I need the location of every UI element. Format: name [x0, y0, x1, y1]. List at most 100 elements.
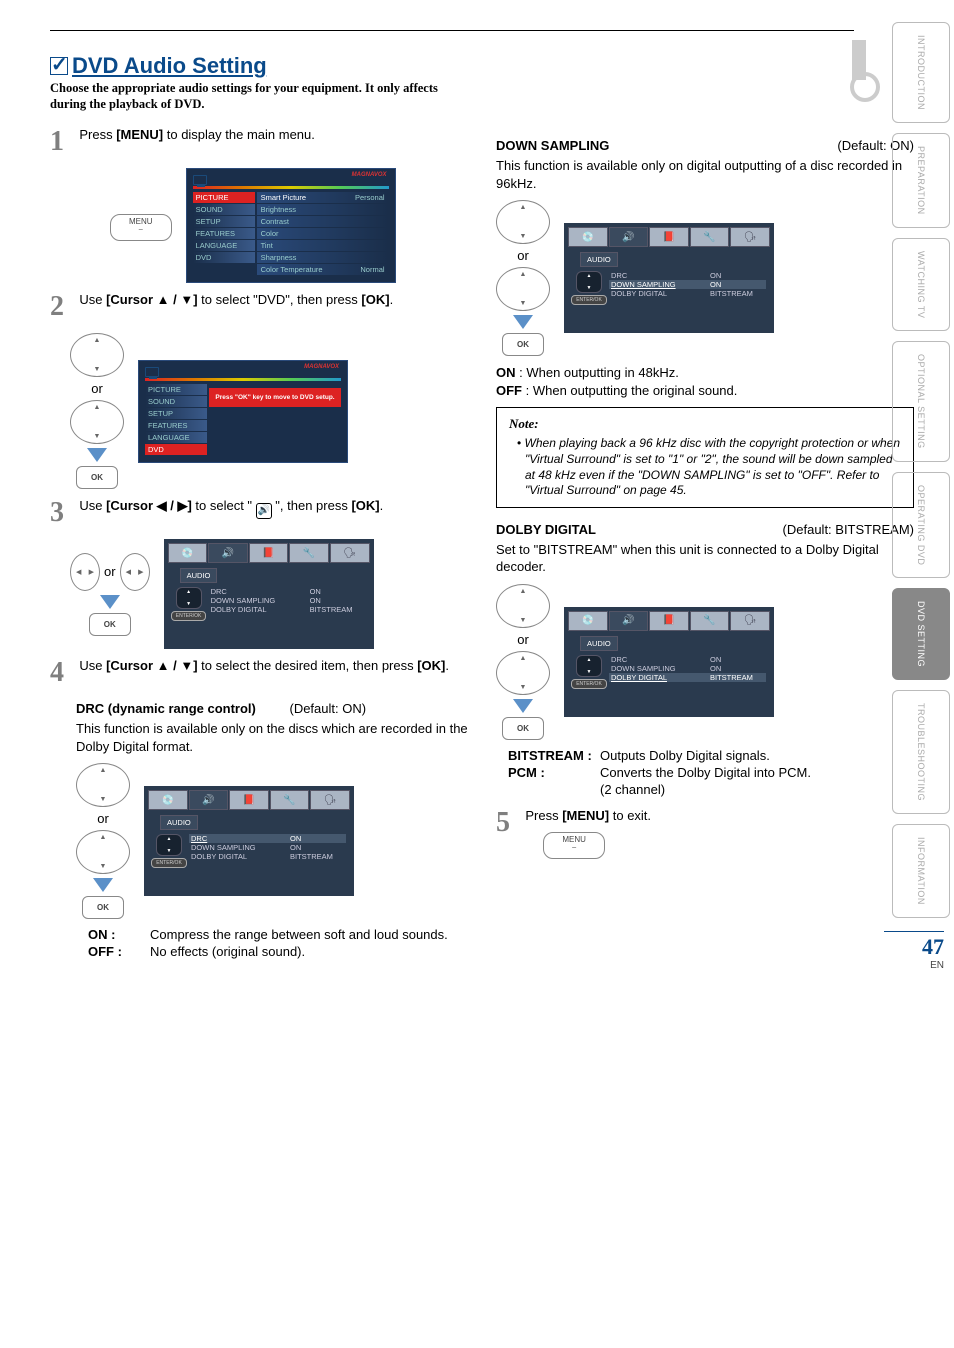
osd-audio-row: DOWN SAMPLINGON [609, 280, 766, 289]
step3-figure: or OK 💿🔊📕🔧🗣AUDIOENTER/OKDRCONDOWN SAMPLI… [70, 539, 468, 649]
drc-heading: DRC (dynamic range control) (Default: ON… [76, 701, 468, 716]
down-section: DOWN SAMPLING (Default: ON) This functio… [496, 138, 914, 399]
osd-audio: 💿🔊📕🔧🗣AUDIOENTER/OKDRCONDOWN SAMPLINGONDO… [564, 607, 774, 717]
ok-key-icon: OK [89, 613, 131, 636]
step-text: Use [Cursor ▲ / ▼] to select the desired… [79, 657, 467, 675]
side-tab[interactable]: OPTIONAL SETTING [892, 341, 950, 462]
side-tab[interactable]: INFORMATION [892, 824, 950, 918]
down-off: OFF : When outputting the original sound… [496, 382, 914, 400]
dolby-section: DOLBY DIGITAL (Default: BITSTREAM) Set t… [496, 522, 914, 797]
note-box: Note: When playing back a 96 kHz disc wi… [496, 407, 914, 507]
menu-left-item: SOUND [193, 204, 255, 215]
arrow-down-icon [513, 315, 533, 329]
arrow-down-icon [100, 595, 120, 609]
dolby-bit-row: BITSTREAM :Outputs Dolby Digital signals… [508, 748, 914, 763]
osd-tab: 📕 [229, 790, 269, 810]
osd-tab: 💿 [168, 543, 208, 563]
audio-icon-inline: 🔊 [256, 503, 272, 519]
drc-desc: This function is available only on the d… [76, 720, 468, 755]
down-figure: or OK 💿🔊📕🔧🗣AUDIOENTER/OKDRCONDOWN SAMPLI… [496, 200, 914, 356]
osd-audio-row: DOWN SAMPLINGON [189, 843, 346, 852]
side-tab[interactable]: TROUBLESHOOTING [892, 690, 950, 814]
menu-left-item: FEATURES [193, 228, 255, 239]
menu-left-item: PICTURE [145, 384, 207, 395]
drc-off-row: OFF :No effects (original sound). [88, 944, 468, 959]
ok-key-icon: OK [502, 333, 544, 356]
decorative-corner [852, 40, 866, 80]
step-number: 2 [50, 291, 76, 323]
osd-tab: 🗣 [730, 227, 770, 247]
step-number: 1 [50, 126, 76, 158]
step-text: Use [Cursor ◀ / ▶] to select " 🔊 ", then… [79, 497, 467, 519]
osd-audio-row: DOWN SAMPLINGON [609, 664, 766, 673]
remote-cluster: or OK [496, 200, 550, 356]
osd-tab: 💿 [568, 227, 608, 247]
drc-section: DRC (dynamic range control) (Default: ON… [76, 701, 468, 959]
drc-figure: or OK 💿🔊📕🔧🗣AUDIOENTER/OKDRCONDOWN SAMPLI… [76, 763, 468, 919]
dolby-pcm-row: PCM :Converts the Dolby Digital into PCM… [508, 765, 914, 780]
page-number: 47 [884, 931, 944, 960]
menu-right-item: Color TemperatureNormal [257, 264, 389, 275]
menu-left-item: SETUP [145, 408, 207, 419]
side-tab[interactable]: OPERATING DVD [892, 472, 950, 578]
osd-audio-row: DOLBY DIGITALBITSTREAM [609, 673, 766, 682]
step-4: 4 Use [Cursor ▲ / ▼] to select the desir… [50, 657, 468, 689]
dolby-pcm-row2: (2 channel) [508, 782, 914, 797]
ok-key-icon: OK [502, 717, 544, 740]
osd-tab: 💿 [148, 790, 188, 810]
drc-on-row: ON :Compress the range between soft and … [88, 927, 468, 942]
osd-tab: 🔊 [609, 611, 649, 631]
step-number: 3 [50, 497, 76, 529]
or-label: or [97, 811, 109, 826]
enter-ok-icon: ENTER/OK [151, 858, 187, 868]
cursor-left-icon [70, 553, 100, 591]
osd-picture-menu: MAGNAVOX PICTURESOUNDSETUPFEATURESLANGUA… [186, 168, 396, 283]
or-label: or [517, 632, 529, 647]
menu-key-icon: MENU⎯ [543, 832, 605, 859]
cursor-right-icon [120, 553, 150, 591]
osd-audio-row: DOLBY DIGITALBITSTREAM [209, 605, 366, 614]
step-3: 3 Use [Cursor ◀ / ▶] to select " 🔊 ", th… [50, 497, 468, 529]
remote-cluster: or OK [496, 584, 550, 740]
top-rule [50, 30, 854, 31]
step-text: Press [MENU] to exit. MENU⎯ [525, 807, 913, 860]
menu-right-item: Tint [257, 240, 389, 251]
side-tab[interactable]: PREPARATION [892, 133, 950, 228]
step-number: 5 [496, 807, 522, 839]
menu-left-item: PICTURE [193, 192, 255, 203]
menu-left-item: LANGUAGE [145, 432, 207, 443]
osd-audio-row: DRCON [209, 587, 366, 596]
side-tab[interactable]: WATCHING TV [892, 238, 950, 331]
or-label: or [104, 564, 116, 579]
or-label: or [517, 248, 529, 263]
osd-tab: 🗣 [330, 543, 370, 563]
cursor-updown-icon [496, 267, 550, 311]
enter-ok-icon: ENTER/OK [571, 295, 607, 305]
menu-left-item: DVD [193, 252, 255, 263]
osd-tab: 🗣 [730, 611, 770, 631]
menu-left-item: LANGUAGE [193, 240, 255, 251]
menu-key-figure: MENU⎯ [110, 210, 172, 241]
side-tab[interactable]: INTRODUCTION [892, 22, 950, 123]
tv-icon [193, 175, 207, 185]
osd-tab: 🔊 [208, 543, 248, 563]
step-number: 4 [50, 657, 76, 689]
page-footer: 47 EN [884, 931, 944, 971]
osd-audio-row: DRCON [609, 271, 766, 280]
menu-left-item: SETUP [193, 216, 255, 227]
side-tab[interactable]: DVD SETTING [892, 588, 950, 680]
step-1: 1 Press [MENU] to display the main menu. [50, 126, 468, 158]
osd-tab: 🔧 [690, 611, 730, 631]
or-label: or [91, 381, 103, 396]
page-title: ✓DVD Audio Setting [50, 53, 914, 79]
arrow-down-icon [87, 448, 107, 462]
menu-right-item: Brightness [257, 204, 389, 215]
osd-tab: 🔧 [270, 790, 310, 810]
menu-right-item: Sharpness [257, 252, 389, 263]
step-2: 2 Use [Cursor ▲ / ▼] to select "DVD", th… [50, 291, 468, 323]
two-column-layout: 1 Press [MENU] to display the main menu.… [50, 126, 914, 961]
osd-audio: 💿🔊📕🔧🗣AUDIOENTER/OKDRCONDOWN SAMPLINGONDO… [144, 786, 354, 896]
ok-key-icon: OK [76, 466, 118, 489]
menu-left-item: FEATURES [145, 420, 207, 431]
right-column: DOWN SAMPLING (Default: ON) This functio… [496, 126, 914, 961]
